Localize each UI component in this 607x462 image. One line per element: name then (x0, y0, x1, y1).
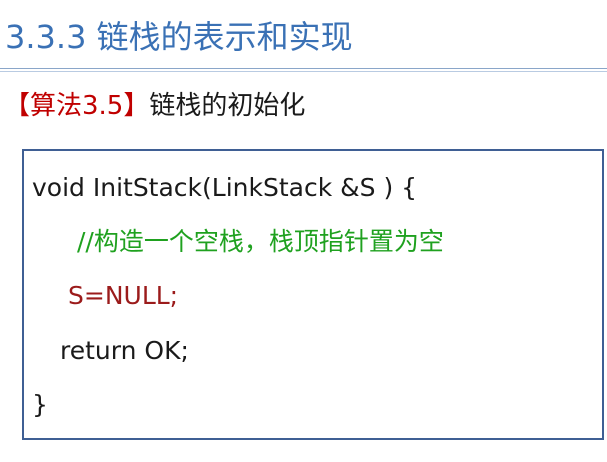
algorithm-title: 链栈的初始化 (149, 91, 306, 121)
title-divider (0, 68, 607, 69)
code-line-return: return OK; (60, 336, 189, 365)
algorithm-heading: 【算法3.5】链栈的初始化 (4, 88, 305, 124)
code-line-closing-brace: } (32, 390, 48, 419)
code-line-comment: //构造一个空栈，栈顶指针置为空 (77, 227, 444, 256)
title-divider-secondary (0, 71, 607, 72)
code-block: void InitStack(LinkStack &S ) { //构造一个空栈… (22, 149, 604, 440)
algorithm-tag: 【算法3.5】 (4, 91, 150, 121)
code-line-signature: void InitStack(LinkStack &S ) { (32, 173, 418, 202)
code-line-assignment: S=NULL; (68, 281, 179, 310)
slide: 3.3.3 链栈的表示和实现 【算法3.5】链栈的初始化 void InitSt… (0, 0, 607, 462)
slide-title: 3.3.3 链栈的表示和实现 (5, 18, 353, 56)
